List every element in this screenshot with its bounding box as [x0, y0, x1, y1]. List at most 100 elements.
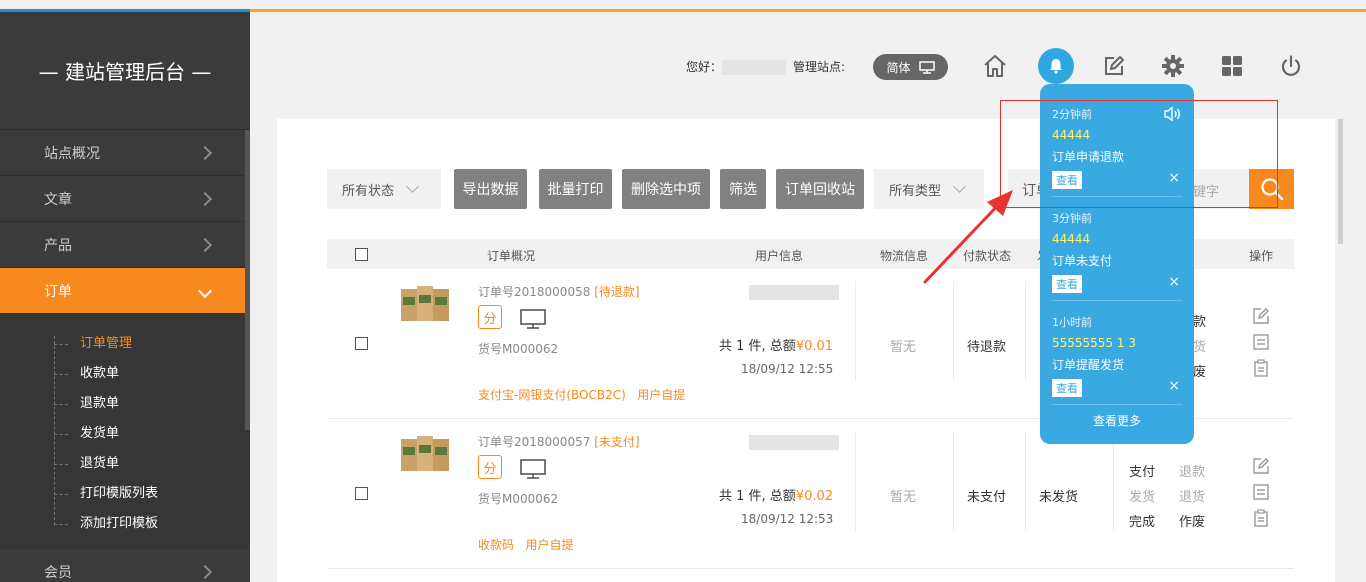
subnav-shipments[interactable]: 发货单 — [0, 419, 250, 449]
action-refund[interactable]: 退款 — [1179, 461, 1205, 480]
sidebar-item-products[interactable]: 产品 — [0, 222, 250, 268]
edit-icon[interactable] — [1252, 307, 1270, 325]
order-total-prefix: 共 1 件, 总额 — [719, 339, 796, 354]
edit-icon[interactable] — [1100, 52, 1128, 80]
product-sku: 货号M000062 — [478, 492, 559, 506]
action-return[interactable]: 退货 — [1179, 486, 1205, 505]
edit-icon[interactable] — [1252, 457, 1270, 475]
sidebar-item-members[interactable]: 会员 — [0, 549, 250, 582]
close-icon[interactable]: × — [1168, 274, 1180, 290]
action-void[interactable]: 废 — [1193, 361, 1206, 380]
sidebar-item-overview[interactable]: 站点概况 — [0, 130, 250, 176]
subnav-receipts[interactable]: 收款单 — [0, 359, 250, 389]
payment-method-text: 支付宝-网银支付(BOCB2C) — [478, 388, 626, 402]
chevron-right-icon — [197, 145, 213, 160]
row-checkbox[interactable] — [355, 337, 368, 350]
notification-item: 1小时前 55555555 1 3 订单提醒发货 查看 × — [1052, 314, 1182, 397]
close-icon[interactable]: × — [1168, 378, 1180, 394]
notification-view-button[interactable]: 查看 — [1052, 275, 1082, 293]
order-recycle-bin-button[interactable]: 订单回收站 — [776, 169, 864, 209]
payment-method: 收款码 用户自提 — [478, 536, 573, 553]
view-more-link[interactable]: 查看更多 — [1040, 412, 1194, 429]
row-checkbox[interactable] — [355, 487, 368, 500]
sidebar-item-articles[interactable]: 文章 — [0, 176, 250, 222]
notification-message: 订单未支付 — [1052, 254, 1113, 268]
pay-status: 待退款 — [967, 340, 1007, 355]
notification-divider — [1052, 300, 1182, 301]
order-time: 18/09/12 12:55 — [741, 362, 834, 376]
column-divider — [1025, 281, 1026, 381]
user-greeting: 您好： — [686, 58, 787, 75]
subnav-returns[interactable]: 退货单 — [0, 449, 250, 479]
list-icon[interactable] — [1252, 333, 1270, 351]
column-divider — [855, 431, 856, 531]
order-time: 18/09/12 12:53 — [741, 512, 834, 526]
notification-view-button[interactable]: 查看 — [1052, 379, 1082, 397]
sidebar-scrollbar[interactable] — [245, 130, 250, 430]
sidebar-item-label: 会员 — [44, 564, 72, 581]
notification-order-id: 55555555 1 3 — [1052, 336, 1136, 350]
column-divider — [1113, 431, 1114, 531]
status-filter-select[interactable]: 所有状态 — [327, 169, 441, 209]
sidebar-item-orders[interactable]: 订单 — [0, 268, 250, 314]
action-void[interactable]: 作废 — [1179, 511, 1205, 530]
grid-icon[interactable] — [1218, 52, 1246, 80]
notification-message: 订单提醒发货 — [1052, 358, 1125, 372]
order-status-tag: [待退款] — [594, 285, 640, 299]
batch-print-button[interactable]: 批量打印 — [539, 169, 612, 209]
clipboard-icon[interactable] — [1252, 509, 1270, 527]
action-complete[interactable]: 完成 — [1129, 511, 1155, 530]
language-label: 简体 — [886, 60, 911, 75]
payment-method: 支付宝-网银支付(BOCB2C) 用户自提 — [478, 386, 685, 403]
content-scrollbar[interactable] — [1338, 119, 1343, 244]
greeting-text: 您好： — [686, 60, 723, 74]
monitor-icon[interactable] — [520, 459, 546, 479]
action-pay[interactable]: 支付 — [1129, 461, 1155, 480]
filter-button[interactable]: 筛选 — [720, 169, 766, 209]
select-all-checkbox[interactable] — [355, 248, 368, 261]
logistics-info: 暂无 — [890, 490, 917, 505]
subnav-order-management[interactable]: 订单管理 — [0, 329, 250, 359]
col-order-summary: 订单概况 — [487, 249, 536, 263]
split-badge[interactable]: 分 — [478, 305, 502, 329]
column-divider — [855, 281, 856, 381]
chevron-right-icon — [197, 564, 213, 579]
annotation-highlight-box — [1000, 100, 1278, 208]
bell-icon[interactable] — [1038, 48, 1074, 84]
order-total: 共 1 件, 总额¥0.01 — [719, 335, 833, 354]
redacted-username — [722, 60, 787, 75]
payment-method-text: 收款码 — [478, 538, 515, 552]
chevron-down-icon — [197, 283, 213, 298]
subnav-refunds[interactable]: 退款单 — [0, 389, 250, 419]
sidebar-item-label: 站点概况 — [44, 145, 100, 162]
subnav-print-templates[interactable]: 打印模版列表 — [0, 479, 250, 509]
split-badge[interactable]: 分 — [478, 455, 502, 479]
notification-time: 1小时前 — [1052, 316, 1092, 329]
action-ship[interactable]: 货 — [1193, 336, 1206, 355]
gear-icon[interactable] — [1159, 52, 1187, 80]
home-icon[interactable] — [981, 52, 1009, 80]
delete-selected-button[interactable]: 删除选中项 — [622, 169, 710, 209]
export-data-button[interactable]: 导出数据 — [454, 169, 527, 209]
clipboard-icon[interactable] — [1252, 359, 1270, 377]
chevron-down-icon — [406, 180, 419, 193]
delivery-source: 用户自提 — [637, 388, 686, 402]
orders-subnav: 订单管理 收款单 退款单 发货单 退货单 打印模版列表 添加打印模板 — [0, 314, 250, 549]
monitor-icon[interactable] — [520, 309, 546, 329]
language-switch-button[interactable]: 简体 — [873, 54, 948, 80]
subnav-add-print-template[interactable]: 添加打印模板 — [0, 509, 250, 539]
list-icon[interactable] — [1252, 483, 1270, 501]
order-amount: ¥0.01 — [795, 339, 834, 354]
order-number: 订单号2018000058 [待退款] — [478, 283, 640, 300]
logistics-info: 暂无 — [890, 340, 917, 355]
action-refund[interactable]: 款 — [1193, 311, 1206, 330]
action-ship[interactable]: 发货 — [1129, 486, 1155, 505]
power-icon[interactable] — [1277, 52, 1305, 80]
notification-time: 3分钟前 — [1052, 212, 1092, 225]
product-thumbnail — [401, 436, 449, 471]
order-number-text: 订单号2018000058 — [478, 285, 591, 299]
order-status-tag: [未支付] — [594, 435, 640, 449]
monitor-icon — [918, 60, 935, 74]
column-divider — [953, 281, 954, 381]
notification-order-id: 44444 — [1052, 232, 1091, 246]
